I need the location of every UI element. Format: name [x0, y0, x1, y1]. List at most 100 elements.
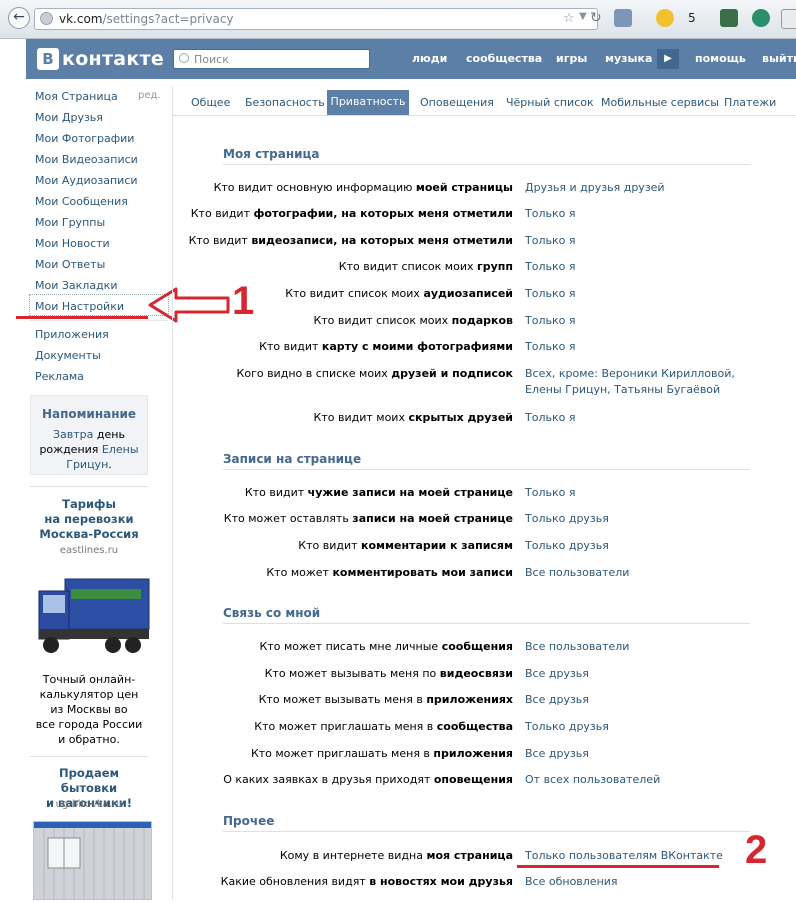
setting-value[interactable]: Только друзья: [525, 720, 609, 733]
setting-value[interactable]: Все друзья: [525, 667, 589, 680]
sidebar-item-photos[interactable]: Мои Фотографии: [35, 132, 134, 145]
nav-help[interactable]: помощь: [695, 52, 746, 65]
weather-count: 5: [688, 11, 696, 25]
truck-image[interactable]: [37, 571, 152, 659]
annotation-arrow-icon: [148, 287, 230, 323]
setting-value[interactable]: Друзья и друзья друзей: [525, 181, 665, 194]
setting-label: Кто видит фотографии, на которых меня от…: [190, 207, 513, 220]
reminder-friend-link[interactable]: Елены: [102, 443, 139, 456]
section-title: Записи на странице: [223, 452, 362, 466]
mail-icon[interactable]: [614, 9, 632, 27]
globe-icon: [40, 12, 53, 25]
setting-value[interactable]: Все друзья: [525, 693, 589, 706]
setting-value[interactable]: Все друзья: [525, 747, 589, 760]
setting-value[interactable]: Только друзья: [525, 512, 609, 525]
setting-value[interactable]: Только я: [525, 287, 575, 300]
extension-icon[interactable]: [781, 9, 796, 29]
setting-value[interactable]: Только я: [525, 411, 575, 424]
url-path: /settings?act=privacy: [102, 12, 234, 26]
nav-people[interactable]: люди: [412, 52, 447, 65]
nav-games[interactable]: игры: [556, 52, 587, 65]
nav-music[interactable]: музыка: [605, 52, 652, 65]
ad-host: eastlines.ru: [59, 545, 119, 556]
reminder-text-part: день: [96, 428, 125, 441]
address-bar[interactable]: vk.com/settings?act=privacy ☆ ▼ ↻: [34, 8, 602, 30]
setting-value[interactable]: Только я: [525, 260, 575, 273]
play-icon[interactable]: ▶: [657, 49, 679, 69]
setting-value[interactable]: Только я: [525, 207, 575, 220]
bookmark-star-icon[interactable]: ☆: [563, 11, 575, 26]
back-arrow-icon[interactable]: ←: [8, 7, 30, 29]
setting-value[interactable]: Только я: [525, 340, 575, 353]
sidebar-item-groups[interactable]: Мои Группы: [35, 216, 105, 229]
setting-value[interactable]: Только друзья: [525, 539, 609, 552]
annotation-underline: [16, 316, 148, 319]
ad-text-line: Точный онлайн-: [42, 673, 136, 686]
reminder-tomorrow-link[interactable]: Завтра: [53, 428, 93, 441]
sidebar-item-audio[interactable]: Мои Аудиозаписи: [35, 174, 138, 187]
annotation-underline: [517, 865, 719, 868]
sidebar-item-ads[interactable]: Реклама: [35, 370, 84, 383]
tab-mobile[interactable]: Мобильные сервисы: [601, 96, 719, 109]
edit-link[interactable]: ред.: [138, 90, 161, 101]
browser-toolbar: ← vk.com/settings?act=privacy ☆ ▼ ↻ 5: [0, 0, 796, 39]
ad-text-line: и обратно.: [58, 733, 120, 746]
reminder-text-part: рождения: [39, 443, 99, 456]
search-icon: [179, 53, 189, 63]
sidebar-item-videos[interactable]: Мои Видеозаписи: [35, 153, 138, 166]
url-text: vk.com/settings?act=privacy: [59, 12, 234, 26]
setting-label: Кто видит видеозаписи, на которых меня о…: [188, 234, 513, 247]
nav-logout[interactable]: выйти: [762, 52, 796, 65]
setting-value[interactable]: Все пользователи: [525, 640, 629, 653]
setting-value[interactable]: От всех пользователей: [525, 773, 660, 786]
tab-security[interactable]: Безопасность: [245, 96, 325, 109]
sidebar-item-messages[interactable]: Мои Сообщения: [35, 195, 128, 208]
setting-label: Кто может комментировать мои записи: [266, 566, 513, 579]
reminder-box: Напоминание Завтра день рождения Елены Г…: [30, 395, 148, 475]
weather-icon[interactable]: [656, 9, 674, 27]
ad-divider: [30, 756, 148, 757]
sidebar-item-my-page[interactable]: Моя Страница: [35, 90, 118, 103]
tab-payments[interactable]: Платежи: [724, 96, 776, 109]
setting-label: Кто видит моих скрытых друзей: [313, 411, 513, 424]
vk-logo[interactable]: B контакте: [37, 48, 164, 70]
setting-label: Кого видно в списке моих друзей и подпис…: [236, 367, 513, 380]
nav-communities[interactable]: сообщества: [466, 52, 542, 65]
reminder-title: Напоминание: [41, 407, 137, 421]
tab-notifications[interactable]: Оповещения: [420, 96, 494, 109]
extension-icon[interactable]: [752, 9, 770, 27]
search-placeholder: Поиск: [194, 53, 229, 66]
ad-title-line: Тарифы: [62, 497, 116, 511]
tab-general[interactable]: Общее: [191, 96, 230, 109]
sidebar-item-bookmarks[interactable]: Мои Закладки: [35, 279, 117, 292]
setting-label: Кому в интернете видна моя страница: [279, 849, 513, 862]
tab-blacklist[interactable]: Чёрный список: [506, 96, 594, 109]
setting-value[interactable]: Только я: [525, 314, 575, 327]
reminder-friend-link[interactable]: Грицун: [66, 458, 108, 471]
setting-label: Какие обновления видят в новостях мои др…: [220, 875, 513, 888]
extension-icon[interactable]: [720, 9, 738, 27]
sidebar-item-answers[interactable]: Мои Ответы: [35, 258, 105, 271]
sidebar-item-settings[interactable]: Мои Настройки: [35, 300, 124, 313]
ad-title[interactable]: Тарифы на перевозки Москва-Россия: [30, 497, 148, 542]
section-divider: [223, 164, 750, 165]
dropdown-arrow-icon[interactable]: ▼: [579, 11, 587, 22]
sidebar-item-news[interactable]: Мои Новости: [35, 237, 110, 250]
setting-value[interactable]: Все пользователи: [525, 566, 629, 579]
setting-value[interactable]: Всех, кроме: Вероники Кирилловой, Елены …: [525, 366, 765, 398]
cabin-image[interactable]: [33, 821, 152, 900]
setting-value[interactable]: Только я: [525, 486, 575, 499]
sidebar-item-documents[interactable]: Документы: [35, 349, 101, 362]
setting-label: Кто может приглашать меня в приложения: [250, 747, 513, 760]
ad-title-line: на перевозки: [44, 512, 134, 526]
sidebar-item-apps[interactable]: Приложения: [35, 328, 109, 341]
setting-value[interactable]: Только пользователям ВКонтакте: [525, 849, 723, 862]
setting-value[interactable]: Все обновления: [525, 875, 618, 888]
ad-text-line: все города России: [35, 718, 143, 731]
tab-privacy[interactable]: Приватность: [327, 90, 409, 115]
setting-value[interactable]: Только я: [525, 234, 575, 247]
search-input[interactable]: Поиск: [173, 49, 370, 69]
sidebar-item-friends[interactable]: Мои Друзья: [35, 111, 103, 124]
section-title: Моя страница: [223, 147, 320, 161]
reload-icon[interactable]: ↻: [590, 10, 602, 26]
